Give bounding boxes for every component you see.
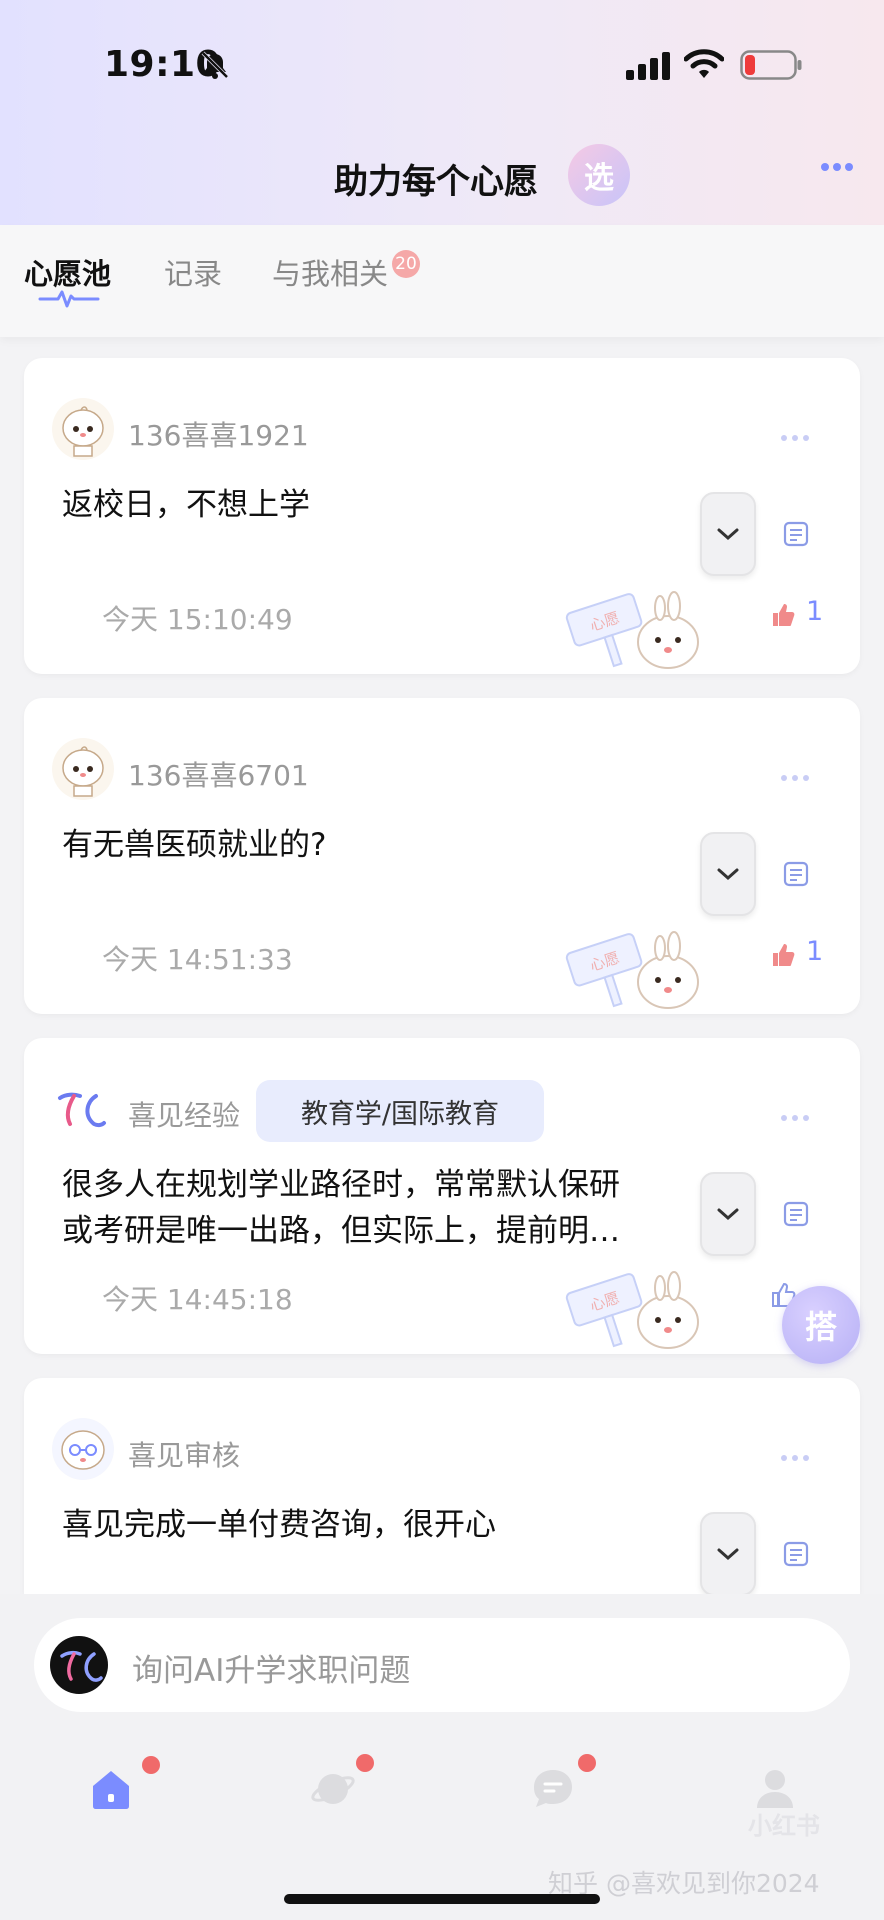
- tab-bar: 心愿池 记录 与我相关: [0, 225, 884, 337]
- chevron-down-icon: [717, 528, 739, 541]
- like-icon[interactable]: [770, 942, 796, 968]
- ask-placeholder: 询问AI升学求职问题: [132, 1653, 411, 1689]
- avatar[interactable]: [52, 1418, 114, 1480]
- planet-icon[interactable]: [310, 1766, 356, 1812]
- baby-avatar-icon: [52, 738, 114, 800]
- ai-logo-icon: [50, 1636, 108, 1694]
- notification-dot: [356, 1754, 374, 1772]
- chevron-down-icon: [717, 868, 739, 881]
- wish-card[interactable]: 136喜喜1921 返校日，不想上学 今天 15:10:49 心愿 1: [24, 358, 860, 674]
- note-icon[interactable]: [782, 1200, 810, 1228]
- notification-dot: [578, 1754, 596, 1772]
- expand-button[interactable]: [700, 1172, 756, 1256]
- expand-button[interactable]: [700, 832, 756, 916]
- more-icon[interactable]: [780, 1454, 810, 1462]
- home-icon[interactable]: [88, 1766, 134, 1812]
- xijian-logo-icon[interactable]: [52, 1078, 114, 1140]
- tab-records[interactable]: 记录: [164, 251, 222, 293]
- watermark-small: 小红书: [748, 1812, 820, 1840]
- chevron-down-icon: [717, 1548, 739, 1561]
- wish-card[interactable]: 喜见审核 喜见完成一单付费咨询，很开心: [24, 1378, 860, 1594]
- top-header: 19:10 助力每个心愿 选: [0, 0, 884, 225]
- content-line: 很多人在规划学业路径时，常常默认保研: [62, 1167, 620, 1203]
- wifi-icon: [684, 49, 724, 78]
- wish-card[interactable]: 136喜喜6701 有无兽医硕就业的? 今天 14:51:33 心愿 1: [24, 698, 860, 1014]
- expand-button[interactable]: [700, 1512, 756, 1594]
- post-content[interactable]: 喜见完成一单付费咨询，很开心: [62, 1502, 662, 1548]
- signal-icon: [626, 52, 670, 80]
- bell-muted-icon: [201, 51, 229, 79]
- more-icon[interactable]: [820, 160, 854, 174]
- post-time: 今天 14:51:33: [102, 943, 293, 976]
- more-icon[interactable]: [780, 774, 810, 782]
- like-count: 1: [806, 936, 824, 967]
- bunny-sign-mascot-icon: 心愿: [565, 591, 699, 669]
- username[interactable]: 喜见审核: [128, 1434, 240, 1474]
- floating-match-button[interactable]: 搭: [782, 1286, 860, 1364]
- reviewer-avatar-icon: [52, 1418, 114, 1480]
- avatar[interactable]: [52, 738, 114, 800]
- baby-avatar-icon: [52, 398, 114, 460]
- note-icon[interactable]: [782, 1540, 810, 1568]
- page-title: 助力每个心愿: [334, 162, 538, 202]
- like-icon[interactable]: [770, 602, 796, 628]
- related-count-badge: 20: [392, 250, 420, 278]
- note-icon[interactable]: [782, 860, 810, 888]
- username[interactable]: 喜见经验: [128, 1094, 240, 1134]
- wish-card[interactable]: 喜见经验 教育学/国际教育 很多人在规划学业路径时，常常默认保研 或考研是唯一出…: [24, 1038, 860, 1354]
- more-icon[interactable]: [780, 434, 810, 442]
- battery-low-icon: [740, 50, 802, 80]
- username[interactable]: 136喜喜1921: [128, 414, 309, 454]
- content-line: 或考研是唯一出路，但实际上，提前明…: [62, 1213, 620, 1249]
- home-indicator: [284, 1894, 600, 1904]
- bunny-sign-mascot-icon: 心愿: [565, 931, 699, 1009]
- username[interactable]: 136喜喜6701: [128, 754, 309, 794]
- more-icon[interactable]: [780, 1114, 810, 1122]
- post-content[interactable]: 很多人在规划学业路径时，常常默认保研 或考研是唯一出路，但实际上，提前明…: [62, 1162, 682, 1254]
- tab-active-indicator: [38, 290, 100, 308]
- note-icon[interactable]: [782, 520, 810, 548]
- bunny-sign-mascot-icon: 心愿: [565, 1271, 699, 1349]
- select-badge-button[interactable]: 选: [568, 144, 630, 206]
- like-count: 1: [806, 596, 824, 627]
- notification-dot: [142, 1756, 160, 1774]
- chevron-down-icon: [717, 1208, 739, 1221]
- tab-related[interactable]: 与我相关: [272, 251, 388, 293]
- avatar[interactable]: [52, 398, 114, 460]
- category-tag[interactable]: 教育学/国际教育: [256, 1080, 544, 1142]
- chat-icon[interactable]: [530, 1766, 576, 1812]
- post-content[interactable]: 返校日，不想上学: [62, 482, 662, 528]
- post-time: 今天 14:45:18: [102, 1283, 293, 1316]
- post-time: 今天 15:10:49: [102, 603, 293, 636]
- post-content[interactable]: 有无兽医硕就业的?: [62, 822, 662, 868]
- expand-button[interactable]: [700, 492, 756, 576]
